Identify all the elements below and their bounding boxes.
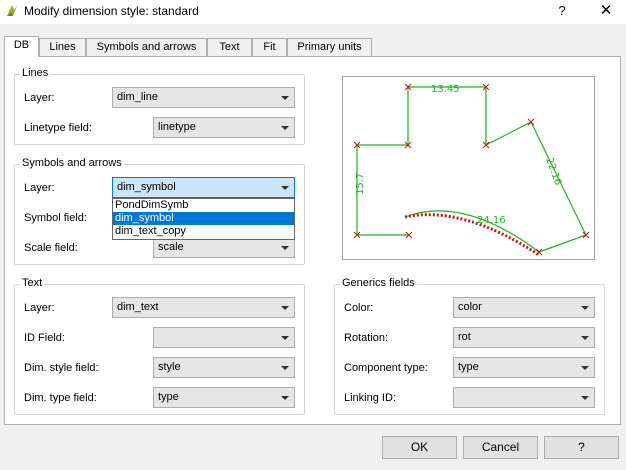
dim-type-field-value: type	[158, 391, 179, 403]
symbols-layer-label: Layer:	[24, 182, 55, 194]
cancel-button[interactable]: Cancel	[463, 436, 538, 459]
preview-dim-label-22-16: 22.16	[543, 156, 563, 187]
preview-dim-line	[404, 210, 540, 253]
help-button[interactable]: ?	[544, 436, 619, 459]
tab-text[interactable]: Text	[207, 38, 252, 56]
symbols-group-title: Symbols and arrows	[20, 157, 124, 170]
window-title: Modify dimension style: standard	[24, 4, 199, 18]
rotation-combo[interactable]: rot	[453, 327, 595, 348]
scale-field-label: Scale field:	[24, 242, 78, 254]
cross-marker-icon	[527, 118, 535, 126]
cross-marker-icon	[582, 231, 590, 239]
linking-id-label: Linking ID:	[344, 392, 396, 404]
linetype-field-combo[interactable]: linetype	[153, 117, 295, 138]
chevron-down-icon	[281, 396, 289, 400]
component-type-combo[interactable]: type	[453, 357, 595, 378]
id-field-label: ID Field:	[24, 332, 65, 344]
generics-group-title: Generics fields	[340, 277, 417, 290]
chevron-down-icon	[281, 336, 289, 340]
dropdown-option-selected[interactable]: dim_symbol	[113, 212, 294, 225]
dimension-preview: 13.45 15.7 22.16 24.16	[342, 76, 595, 260]
preview-dim-label-15-7: 15.7	[355, 173, 366, 195]
component-type-value: type	[458, 361, 479, 373]
chevron-down-icon	[281, 306, 289, 310]
preview-dim-label-13-45: 13.45	[431, 84, 460, 95]
preview-dim-line	[404, 213, 540, 257]
text-layer-label: Layer:	[24, 302, 55, 314]
color-label: Color:	[344, 302, 374, 314]
tab-fit[interactable]: Fit	[252, 38, 287, 56]
text-layer-combo[interactable]: dim_text	[112, 297, 295, 318]
color-combo[interactable]: color	[453, 297, 595, 318]
preview-drawing: 13.45 15.7 22.16 24.16	[353, 83, 590, 257]
chevron-down-icon	[281, 96, 289, 100]
chevron-down-icon	[581, 336, 589, 340]
chevron-down-icon	[281, 186, 289, 190]
linetype-field-value: linetype	[158, 121, 196, 133]
scale-field-value: scale	[158, 241, 184, 253]
cross-marker-icon	[535, 248, 543, 256]
chevron-down-icon	[581, 306, 589, 310]
color-value: color	[458, 301, 482, 313]
dim-type-field-label: Dim. type field:	[24, 392, 97, 404]
id-field-combo[interactable]	[153, 327, 295, 348]
tab-lines[interactable]: Lines	[39, 38, 86, 56]
rotation-label: Rotation:	[344, 332, 389, 344]
dim-style-field-value: style	[158, 361, 181, 373]
preview-dim-line	[485, 121, 587, 253]
chevron-down-icon	[581, 396, 589, 400]
dropdown-option[interactable]: PondDimSymb	[113, 199, 294, 212]
symbol-field-label: Symbol field:	[24, 212, 87, 224]
lines-layer-value: dim_line	[117, 91, 158, 103]
chevron-down-icon	[281, 366, 289, 370]
tab-db[interactable]: DB	[4, 36, 39, 57]
title-help-button[interactable]: ?	[550, 1, 574, 21]
title-bar: Modify dimension style: standard ? ✕	[0, 0, 626, 24]
symbols-layer-combo[interactable]: dim_symbol	[112, 177, 295, 198]
lines-layer-combo[interactable]: dim_line	[112, 87, 295, 108]
lines-group-title: Lines	[20, 67, 51, 80]
component-type-label: Component type:	[344, 362, 428, 374]
preview-dim-label-24-16: 24.16	[477, 215, 506, 226]
lines-layer-label: Layer:	[24, 92, 55, 104]
preview-dim-line	[407, 86, 487, 145]
tab-primary-units[interactable]: Primary units	[287, 38, 372, 56]
chevron-down-icon	[281, 246, 289, 250]
close-button[interactable]: ✕	[592, 1, 620, 21]
dim-style-field-combo[interactable]: style	[153, 357, 295, 378]
rotation-value: rot	[458, 331, 471, 343]
scale-field-combo[interactable]: scale	[153, 237, 295, 258]
dropdown-option[interactable]: dim_text_copy	[113, 225, 294, 238]
chevron-down-icon	[581, 366, 589, 370]
ok-button[interactable]: OK	[382, 436, 457, 459]
dim-type-field-combo[interactable]: type	[153, 387, 295, 408]
tab-symbols-and-arrows[interactable]: Symbols and arrows	[86, 38, 207, 56]
app-logo-icon	[7, 5, 17, 16]
linking-id-combo[interactable]	[453, 387, 595, 408]
text-layer-value: dim_text	[117, 301, 159, 313]
dim-style-field-label: Dim. style field:	[24, 362, 99, 374]
chevron-down-icon	[281, 126, 289, 130]
linetype-field-label: Linetype field:	[24, 122, 92, 134]
text-group-title: Text	[20, 277, 45, 290]
symbols-layer-value: dim_symbol	[117, 181, 176, 193]
symbols-layer-dropdown: PondDimSymb dim_symbol dim_text_copy	[112, 198, 295, 240]
